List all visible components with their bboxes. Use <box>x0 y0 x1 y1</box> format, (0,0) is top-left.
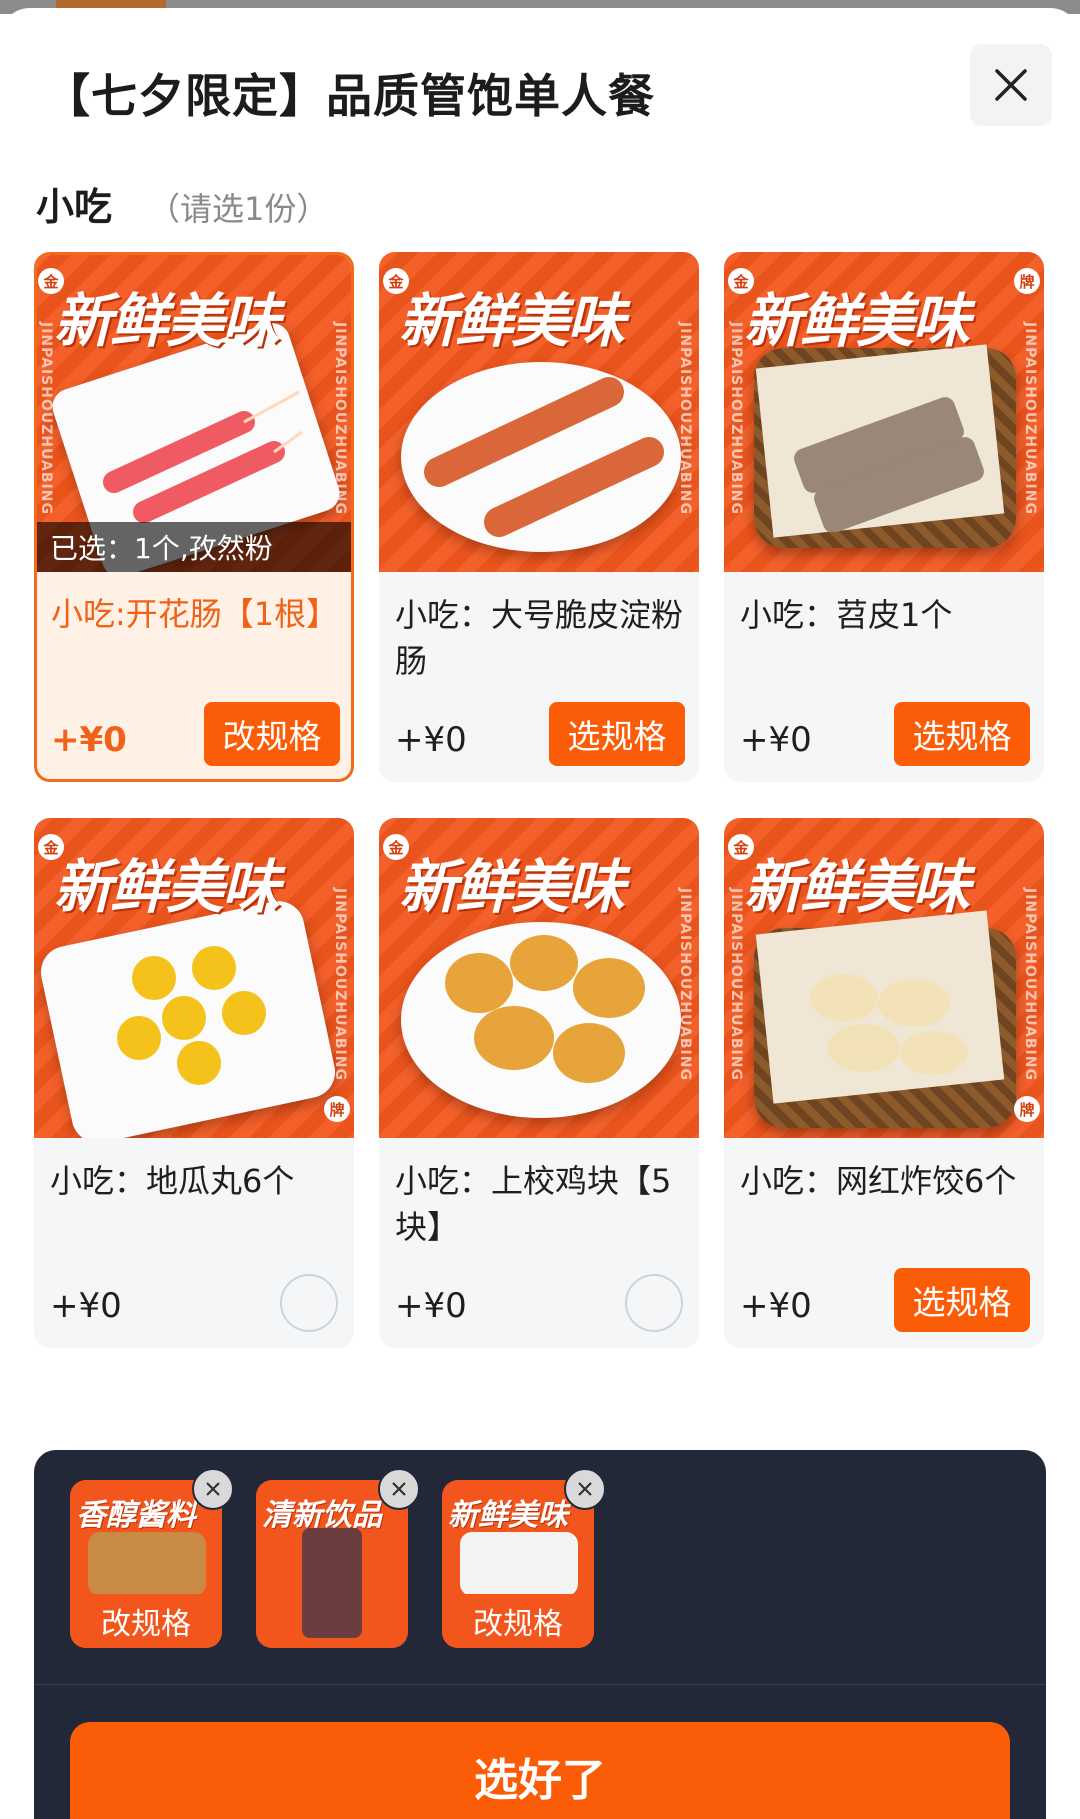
snack-name: 小吃：网红炸饺6个 <box>740 1162 1017 1200</box>
snack-image: 新鲜美味 JINPAISHOUZHUABING JINPAISHOUZHUABI… <box>37 255 351 572</box>
select-radio[interactable] <box>625 1274 683 1332</box>
choose-spec-button[interactable]: 选规格 <box>894 702 1030 766</box>
sheet-title: 【七夕限定】品质管饱单人餐 <box>44 69 655 123</box>
snack-name: 小吃：地瓜丸6个 <box>50 1162 295 1200</box>
snack-card-kaihuachang[interactable]: 新鲜美味 JINPAISHOUZHUABING JINPAISHOUZHUABI… <box>34 252 354 782</box>
select-radio[interactable] <box>280 1274 338 1332</box>
selection-tray: 香醇酱料 改规格 清新饮品 新鲜美味 改规格 选好了 <box>34 1450 1046 1819</box>
image-side-text: JINPAISHOUZHUABING <box>38 322 54 515</box>
snack-price: +¥0 <box>51 720 127 760</box>
tray-divider <box>34 1684 1046 1685</box>
sweet-potato-balls-illustration <box>117 946 266 1085</box>
close-button[interactable] <box>970 44 1052 126</box>
image-badge: 牌 <box>324 1096 350 1122</box>
snack-image: 新鲜美味 JINPAISHOUZHUABING JINPAISHOUZHUABI… <box>724 252 1044 572</box>
image-badge: 金 <box>728 834 754 860</box>
tray-item-snack[interactable]: 新鲜美味 改规格 <box>442 1468 606 1648</box>
image-side-text: JINPAISHOUZHUABING <box>1022 888 1038 1081</box>
image-banner-text: 新鲜美味 <box>54 853 280 921</box>
image-side-text: JINPAISHOUZHUABING <box>332 888 348 1081</box>
snack-price: +¥0 <box>740 1286 812 1326</box>
selected-summary: 已选：1个,孜然粉 <box>37 522 351 572</box>
image-side-text: JINPAISHOUZHUABING <box>728 888 744 1081</box>
image-banner-text: 新鲜美味 <box>54 287 280 355</box>
image-side-text: JINPAISHOUZHUABING <box>677 888 693 1081</box>
snack-price: +¥0 <box>395 720 467 760</box>
change-spec-button[interactable]: 改规格 <box>204 702 340 766</box>
drink-cup-image <box>302 1528 362 1638</box>
image-badge: 金 <box>383 268 409 294</box>
image-side-text: JINPAISHOUZHUABING <box>728 322 744 515</box>
close-icon <box>995 69 1027 101</box>
snack-name: 小吃:开花肠【1根】 <box>51 595 339 633</box>
image-banner-text: 新鲜美味 <box>744 287 970 355</box>
image-side-text: JINPAISHOUZHUABING <box>332 322 348 515</box>
sauce-food-image <box>88 1532 206 1596</box>
sausage-food-image <box>460 1532 578 1596</box>
snack-image: 新鲜美味 JINPAISHOUZHUABING 金 牌 <box>34 818 354 1138</box>
image-banner-text: 新鲜美味 <box>744 853 970 921</box>
snack-image: 新鲜美味 JINPAISHOUZHUABING JINPAISHOUZHUABI… <box>724 818 1044 1138</box>
image-side-text: JINPAISHOUZHUABING <box>677 322 693 515</box>
snack-price: +¥0 <box>50 1286 122 1326</box>
tray-item-drink[interactable]: 清新饮品 <box>256 1468 420 1648</box>
snack-name: 小吃：上校鸡块【5块】 <box>395 1162 672 1246</box>
image-banner-text: 新鲜美味 <box>399 287 625 355</box>
image-badge: 牌 <box>1014 268 1040 294</box>
snack-card-diguawan[interactable]: 新鲜美味 JINPAISHOUZHUABING 金 牌 小吃：地瓜丸6个 +¥0 <box>34 818 354 1348</box>
sausage-illustration <box>424 377 664 537</box>
image-badge: 金 <box>38 834 64 860</box>
shaopi-illustration <box>794 397 984 532</box>
snack-card-shaopi[interactable]: 新鲜美味 JINPAISHOUZHUABING JINPAISHOUZHUABI… <box>724 252 1044 782</box>
image-banner-text: 新鲜美味 <box>399 853 625 921</box>
choose-spec-button[interactable]: 选规格 <box>894 1268 1030 1332</box>
section-hint: （请选1份） <box>148 190 329 228</box>
remove-icon <box>578 1482 592 1496</box>
image-badge: 金 <box>383 834 409 860</box>
snack-name: 小吃：苕皮1个 <box>740 596 953 634</box>
change-spec-label[interactable]: 改规格 <box>442 1594 594 1648</box>
background-image-fragment <box>56 0 166 8</box>
image-badge: 金 <box>38 268 64 294</box>
remove-icon <box>206 1482 220 1496</box>
snack-image: 新鲜美味 JINPAISHOUZHUABING 金 <box>379 818 699 1138</box>
remove-button[interactable] <box>378 1468 420 1510</box>
fried-dumplings-illustration <box>810 974 968 1075</box>
confirm-button[interactable]: 选好了 <box>70 1722 1010 1819</box>
snack-card-zhajiao[interactable]: 新鲜美味 JINPAISHOUZHUABING JINPAISHOUZHUABI… <box>724 818 1044 1348</box>
chicken-nuggets-illustration <box>445 935 645 1083</box>
snack-card-jikuai[interactable]: 新鲜美味 JINPAISHOUZHUABING 金 小吃：上校鸡块【5块】 +¥… <box>379 818 699 1348</box>
sausage-illustration <box>103 390 303 523</box>
snack-card-dianfenchang[interactable]: 新鲜美味 JINPAISHOUZHUABING 金 小吃：大号脆皮淀粉肠 +¥0… <box>379 252 699 782</box>
section-header: 小吃 （请选1份） <box>36 176 328 231</box>
change-spec-label[interactable]: 改规格 <box>70 1594 222 1648</box>
snack-price: +¥0 <box>395 1286 467 1326</box>
remove-button[interactable] <box>192 1468 234 1510</box>
image-side-text: JINPAISHOUZHUABING <box>1022 322 1038 515</box>
tray-item-sauce[interactable]: 香醇酱料 改规格 <box>70 1468 234 1648</box>
snack-name: 小吃：大号脆皮淀粉肠 <box>395 596 684 680</box>
remove-icon <box>392 1482 406 1496</box>
image-badge: 牌 <box>1014 1096 1040 1122</box>
remove-button[interactable] <box>564 1468 606 1510</box>
tray-banner-text: 新鲜美味 <box>448 1498 568 1533</box>
choose-spec-button[interactable]: 选规格 <box>549 702 685 766</box>
snack-price: +¥0 <box>740 720 812 760</box>
tray-banner-text: 香醇酱料 <box>76 1498 196 1533</box>
section-title: 小吃 <box>36 185 113 229</box>
image-badge: 金 <box>728 268 754 294</box>
snack-image: 新鲜美味 JINPAISHOUZHUABING 金 <box>379 252 699 572</box>
